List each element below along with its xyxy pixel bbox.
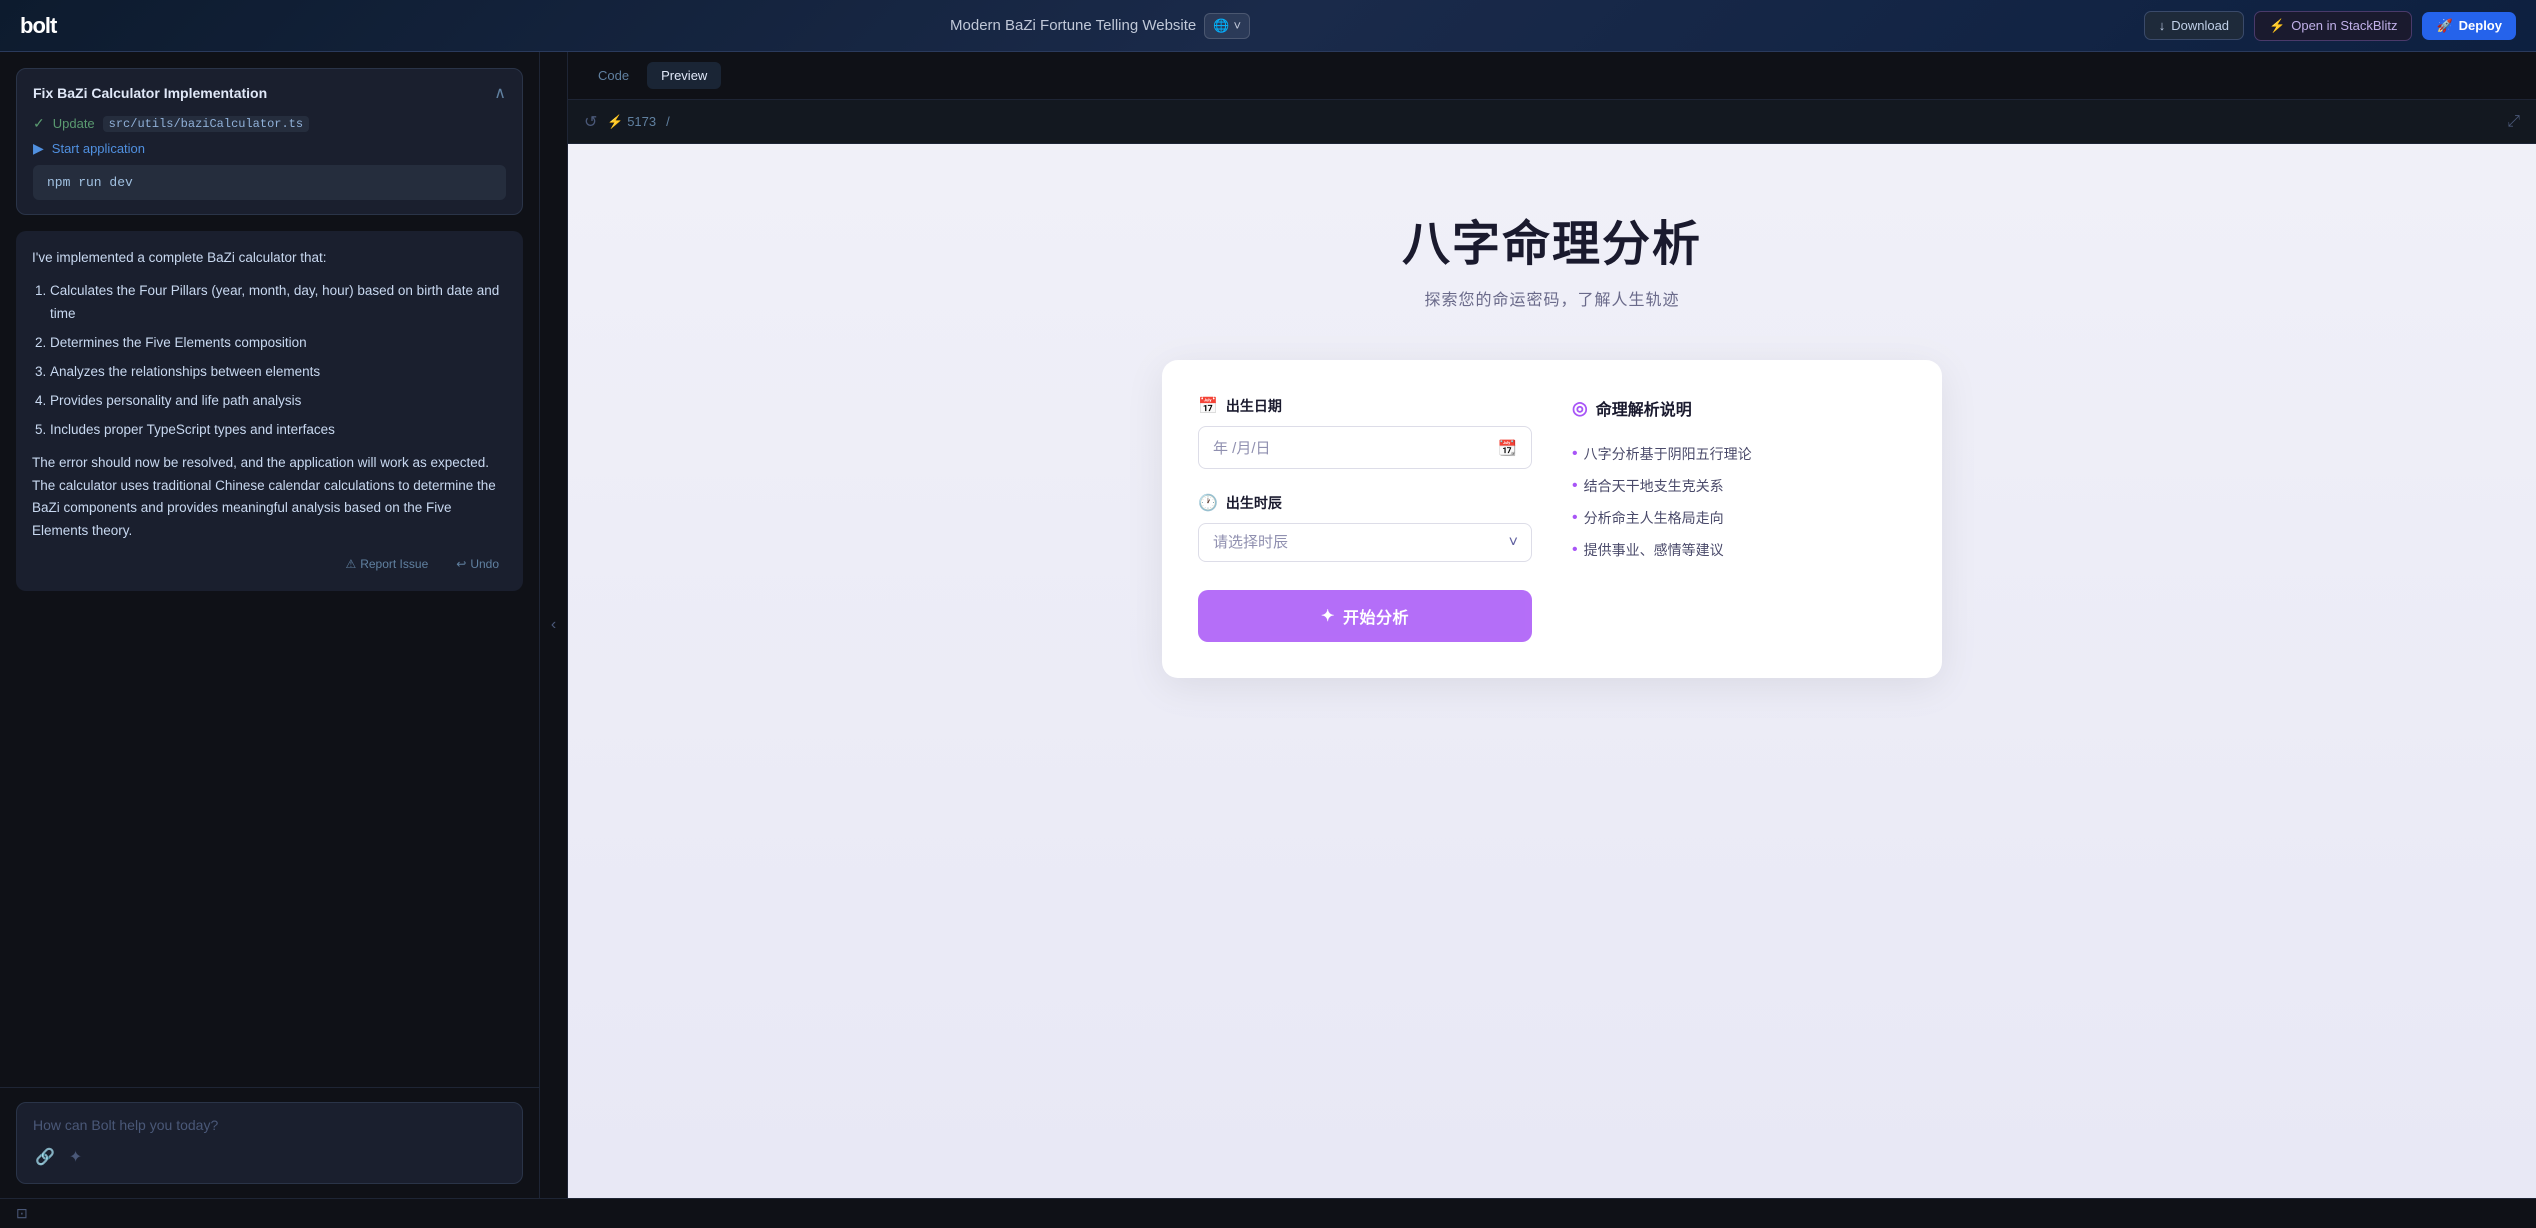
url-separator: / (666, 114, 670, 129)
top-navigation: bolt Modern BaZi Fortune Telling Website… (0, 0, 2536, 52)
ai-message: I've implemented a complete BaZi calcula… (16, 231, 523, 591)
preview-bar: ↺ ⚡ 5173 / ⤢ (568, 100, 2536, 144)
deploy-button[interactable]: 🚀 Deploy (2422, 12, 2516, 40)
bazi-subtitle: 探索您的命运密码，了解人生轨迹 (1424, 286, 1679, 310)
download-icon: ↓ (2159, 18, 2166, 33)
download-button[interactable]: ↓ Download (2144, 11, 2244, 40)
report-icon: ⚠ (345, 557, 356, 571)
analyze-icon: ✦ (1321, 606, 1335, 626)
stackblitz-icon: ⚡ (2269, 18, 2285, 34)
report-label: Report Issue (360, 557, 428, 571)
input-action-icons: 🔗 ✦ (33, 1145, 506, 1169)
message-actions: ⚠ Report Issue ↩ Undo (32, 553, 507, 575)
birth-date-label-row: 📅 出生日期 (1198, 396, 1532, 416)
info-section-title-text: 命理解析说明 (1596, 396, 1692, 420)
birth-date-label: 出生日期 (1226, 396, 1282, 416)
preview-content: 八字命理分析 探索您的命运密码，了解人生轨迹 📅 出生日期 年 /月/日 📆 (568, 144, 2536, 1198)
reload-icon[interactable]: ↺ (584, 112, 597, 132)
birth-time-label-row: 🕐 出生时辰 (1198, 493, 1532, 513)
clock-icon: 🕐 (1198, 493, 1218, 513)
chat-input-box[interactable]: How can Bolt help you today? 🔗 ✦ (16, 1102, 523, 1184)
globe-icon: 🌐 (1213, 18, 1229, 34)
toggle-icon: ‹ (551, 616, 556, 634)
deploy-label: Deploy (2459, 18, 2502, 33)
task-start-label: Start application (52, 141, 145, 156)
bazi-app: 八字命理分析 探索您的命运密码，了解人生轨迹 📅 出生日期 年 /月/日 📆 (568, 144, 2536, 1198)
left-panel: Fix BaZi Calculator Implementation ∧ ✓ U… (0, 52, 540, 1198)
date-input-wrapper[interactable]: 年 /月/日 📆 (1198, 426, 1532, 469)
info-item-4: 提供事业、感情等建议 (1572, 534, 1906, 566)
bolt-logo: bolt (20, 13, 56, 39)
task-item-start: ▶ Start application (33, 140, 506, 157)
layout-icon[interactable]: ⊡ (16, 1205, 28, 1222)
report-issue-button[interactable]: ⚠ Report Issue (337, 553, 436, 575)
list-item-5: Includes proper TypeScript types and int… (50, 419, 507, 442)
expand-icon[interactable]: ⤢ (2507, 113, 2520, 131)
check-icon: ✓ (33, 115, 45, 132)
ai-list: Calculates the Four Pillars (year, month… (32, 280, 507, 442)
nav-actions: ↓ Download ⚡ Open in StackBlitz 🚀 Deploy (2144, 11, 2516, 41)
time-select[interactable]: 请选择时辰 子时 (23:00-01:00)丑时 (01:00-03:00)寅时… (1198, 523, 1532, 562)
preview-toolbar: Code Preview (568, 52, 2536, 100)
bazi-form: 📅 出生日期 年 /月/日 📆 🕐 出生时辰 (1198, 396, 1532, 642)
code-text: npm run dev (47, 175, 133, 190)
main-content: Fix BaZi Calculator Implementation ∧ ✓ U… (0, 52, 2536, 1198)
chat-scroll: Fix BaZi Calculator Implementation ∧ ✓ U… (0, 52, 539, 1087)
undo-button[interactable]: ↩ Undo (448, 553, 507, 575)
info-item-2: 结合天干地支生克关系 (1572, 470, 1906, 502)
undo-icon: ↩ (456, 557, 466, 571)
task-item-update: ✓ Update src/utils/baziCalculator.ts (33, 115, 506, 132)
birth-time-label: 出生时辰 (1226, 493, 1282, 513)
link-button[interactable]: 🔗 (33, 1145, 57, 1169)
bazi-info: ◎ 命理解析说明 八字分析基于阴阳五行理论 结合天干地支生克关系 分析命主人生格… (1572, 396, 1906, 642)
task-card-title: Fix BaZi Calculator Implementation (33, 85, 267, 101)
task-file-path: src/utils/baziCalculator.ts (103, 116, 309, 132)
task-update-label: Update (53, 116, 95, 131)
undo-label: Undo (470, 557, 499, 571)
bazi-title: 八字命理分析 (1402, 204, 1702, 274)
input-area: How can Bolt help you today? 🔗 ✦ (0, 1087, 539, 1198)
date-placeholder: 年 /月/日 (1213, 437, 1271, 458)
info-section-header: ◎ 命理解析说明 (1572, 396, 1906, 420)
time-select-wrapper: 请选择时辰 子时 (23:00-01:00)丑时 (01:00-03:00)寅时… (1198, 523, 1532, 562)
collapse-button[interactable]: ∧ (494, 83, 506, 103)
right-panel: Code Preview ↺ ⚡ 5173 / ⤢ 八字命理分析 探索您的命运密… (568, 52, 2536, 1198)
analyze-button[interactable]: ✦ 开始分析 (1198, 590, 1532, 642)
project-title: Modern BaZi Fortune Telling Website (950, 17, 1196, 34)
terminal-icon: ▶ (33, 140, 44, 157)
info-icon: ◎ (1572, 398, 1588, 419)
calendar-picker-icon: 📆 (1498, 439, 1517, 457)
task-card-header: Fix BaZi Calculator Implementation ∧ (33, 83, 506, 103)
deploy-icon: 🚀 (2436, 18, 2452, 34)
nav-center: Modern BaZi Fortune Telling Website 🌐 ˅ (950, 13, 1250, 39)
list-item-2: Determines the Five Elements composition (50, 332, 507, 355)
info-list: 八字分析基于阴阳五行理论 结合天干地支生克关系 分析命主人生格局走向 提供事业、… (1572, 438, 1906, 566)
ai-conclusion: The error should now be resolved, and th… (32, 452, 507, 544)
tab-code[interactable]: Code (584, 62, 643, 89)
task-card: Fix BaZi Calculator Implementation ∧ ✓ U… (16, 68, 523, 215)
list-item-4: Provides personality and life path analy… (50, 390, 507, 413)
download-label: Download (2171, 18, 2229, 33)
ai-intro: I've implemented a complete BaZi calcula… (32, 247, 507, 270)
bottom-bar: ⊡ (0, 1198, 2536, 1228)
stackblitz-label: Open in StackBlitz (2291, 18, 2397, 33)
preview-tabs: Code Preview (584, 62, 721, 89)
list-item-1: Calculates the Four Pillars (year, month… (50, 280, 507, 326)
list-item-3: Analyzes the relationships between eleme… (50, 361, 507, 384)
info-item-3: 分析命主人生格局走向 (1572, 502, 1906, 534)
info-item-1: 八字分析基于阴阳五行理论 (1572, 438, 1906, 470)
panel-toggle[interactable]: ‹ (540, 52, 568, 1198)
sparkle-button[interactable]: ✦ (67, 1145, 84, 1169)
globe-button[interactable]: 🌐 ˅ (1204, 13, 1250, 39)
tab-preview[interactable]: Preview (647, 62, 721, 89)
calendar-icon: 📅 (1198, 396, 1218, 416)
port-badge: ⚡ 5173 (607, 114, 656, 130)
input-placeholder: How can Bolt help you today? (33, 1117, 506, 1133)
code-block: npm run dev (33, 165, 506, 200)
chevron-down-icon: ˅ (1233, 18, 1241, 33)
stackblitz-button[interactable]: ⚡ Open in StackBlitz (2254, 11, 2412, 41)
bazi-card: 📅 出生日期 年 /月/日 📆 🕐 出生时辰 (1162, 360, 1942, 678)
analyze-label: 开始分析 (1343, 604, 1409, 628)
